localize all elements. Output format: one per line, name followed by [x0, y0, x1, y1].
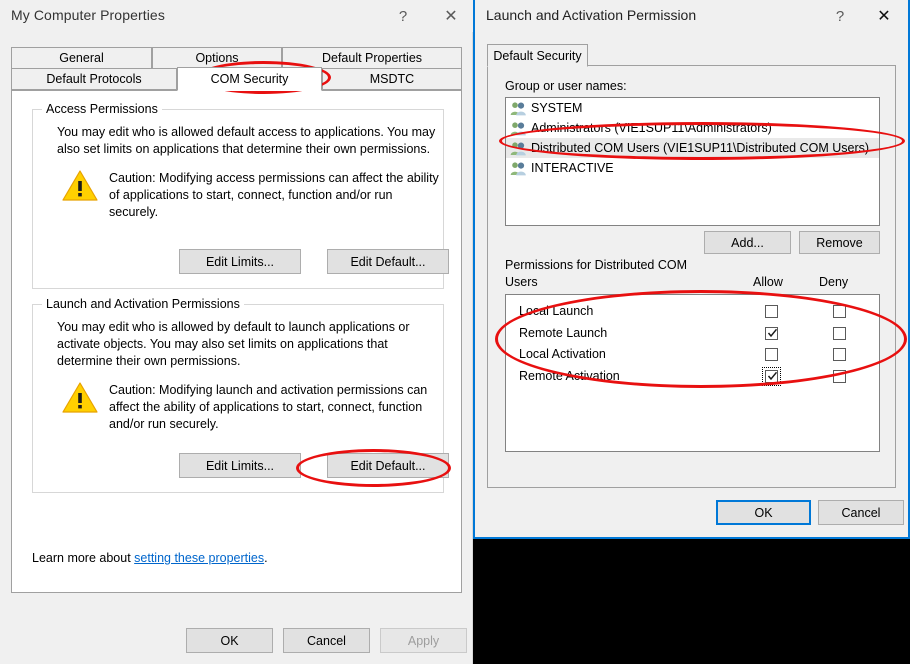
- tab-row-default-security: Default Security: [487, 44, 896, 67]
- access-edit-default-button[interactable]: Edit Default...: [327, 249, 449, 274]
- help-icon[interactable]: ?: [818, 0, 862, 32]
- right-ok-button[interactable]: OK: [716, 500, 811, 525]
- launch-edit-limits-button[interactable]: Edit Limits...: [179, 453, 301, 478]
- launch-permissions-desc-line2: activate objects. You may also set limit…: [57, 337, 388, 351]
- com-security-panel: Access Permissions You may edit who is a…: [11, 90, 462, 593]
- learn-more-prefix: Learn more about: [32, 551, 135, 565]
- learn-more-text: Learn more about setting these propertie…: [32, 551, 268, 565]
- list-item-label: INTERACTIVE: [531, 161, 614, 175]
- list-item[interactable]: INTERACTIVE: [506, 158, 879, 178]
- left-window-title: My Computer Properties: [11, 7, 165, 23]
- permissions-label-line2: Users: [505, 275, 538, 289]
- launch-caution-line1: Caution: Modifying launch and activation…: [109, 383, 428, 397]
- allow-column-header: Allow: [753, 275, 783, 289]
- launch-permissions-desc-line3: determine their own permissions.: [57, 354, 241, 368]
- close-icon[interactable]: ✕: [429, 0, 473, 32]
- tab-row-lower: Default Protocols COM Security MSDTC: [11, 67, 462, 91]
- deny-column-header: Deny: [819, 275, 849, 289]
- add-button[interactable]: Add...: [704, 231, 791, 254]
- access-permissions-group: Access Permissions You may edit who is a…: [32, 102, 449, 289]
- annotation-ellipse-distributed-com-users: [499, 122, 905, 160]
- left-cancel-button[interactable]: Cancel: [283, 628, 370, 653]
- help-icon[interactable]: ?: [381, 0, 425, 32]
- close-icon[interactable]: ✕: [862, 0, 906, 32]
- tab-default-protocols[interactable]: Default Protocols: [11, 68, 177, 90]
- users-icon: [510, 161, 526, 175]
- list-item[interactable]: SYSTEM: [506, 98, 879, 118]
- users-icon: [510, 101, 526, 115]
- access-permissions-legend: Access Permissions: [42, 102, 162, 116]
- my-computer-properties-dialog: My Computer Properties ? ✕ General Optio…: [0, 0, 473, 664]
- access-permissions-desc-line2: also set limits on applications that det…: [57, 142, 431, 156]
- list-item-label: SYSTEM: [531, 101, 583, 115]
- launch-permissions-desc-line1: You may edit who is allowed by default t…: [57, 320, 410, 334]
- launch-caution-line3: and/or run securely.: [109, 417, 219, 431]
- access-edit-limits-button[interactable]: Edit Limits...: [179, 249, 301, 274]
- left-ok-button[interactable]: OK: [186, 628, 273, 653]
- launch-permissions-legend: Launch and Activation Permissions: [42, 297, 244, 311]
- tab-general[interactable]: General: [11, 47, 152, 69]
- learn-more-suffix: .: [264, 551, 268, 565]
- tab-default-security[interactable]: Default Security: [487, 44, 588, 67]
- access-caution-line1: Caution: Modifying access permissions ca…: [109, 171, 439, 185]
- access-permissions-desc-line1: You may edit who is allowed default acce…: [57, 125, 436, 139]
- launch-and-activation-permission-dialog: Launch and Activation Permission ? ✕ Def…: [473, 0, 910, 539]
- right-titlebar: Launch and Activation Permission ? ✕: [475, 0, 908, 32]
- annotation-ellipse-edit-default-button: [296, 449, 451, 487]
- group-or-user-names-label: Group or user names:: [505, 79, 627, 93]
- right-cancel-button[interactable]: Cancel: [818, 500, 904, 525]
- access-caution-line2: of applications to start, connect, funct…: [109, 188, 393, 202]
- access-caution-line3: securely.: [109, 205, 159, 219]
- annotation-ellipse-permission-checkboxes: [495, 290, 907, 388]
- group-or-user-names-listbox[interactable]: SYSTEM Administrators (VIE1SUP11\Adminis…: [505, 97, 880, 226]
- setting-these-properties-link[interactable]: setting these properties: [134, 551, 264, 565]
- tab-com-security[interactable]: COM Security: [177, 67, 322, 91]
- remove-button[interactable]: Remove: [799, 231, 880, 254]
- launch-caution-line2: affect the ability of applications to st…: [109, 400, 423, 414]
- permissions-label-line1: Permissions for Distributed COM: [505, 258, 687, 272]
- right-window-title: Launch and Activation Permission: [486, 7, 697, 23]
- warning-icon: [62, 170, 98, 201]
- tab-msdtc[interactable]: MSDTC: [322, 68, 462, 90]
- left-titlebar: My Computer Properties ? ✕: [0, 0, 473, 32]
- warning-icon: [62, 382, 98, 413]
- left-apply-button: Apply: [380, 628, 467, 653]
